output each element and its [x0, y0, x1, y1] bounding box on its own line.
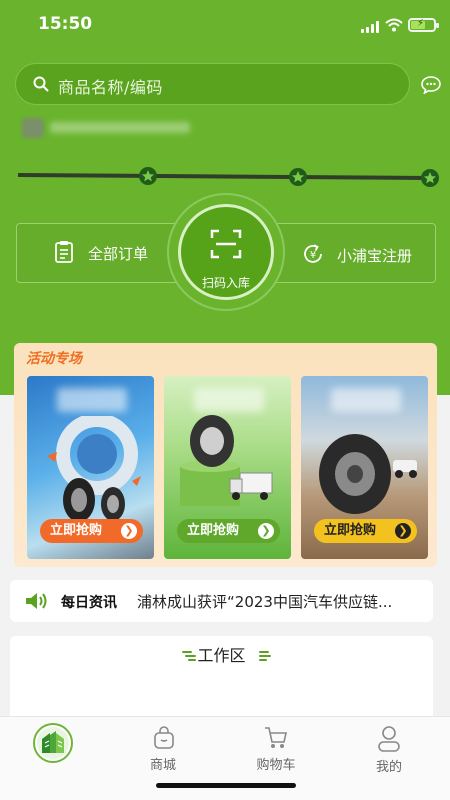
news-label: 每日资讯	[61, 595, 117, 611]
buy-now-label: 立即抢购	[187, 523, 240, 538]
document-icon	[55, 241, 73, 263]
search-input[interactable]: 商品名称/编码	[15, 63, 410, 105]
status-time: 15:50	[38, 14, 93, 34]
promo-card[interactable]: 立即抢购 ❯	[301, 376, 428, 559]
offroad-tire-image	[319, 434, 417, 514]
arrow-right-icon: ❯	[258, 523, 274, 539]
scan-label: 扫码入库	[201, 276, 250, 290]
tire-image	[47, 416, 141, 522]
tab-mall-label: 商城	[149, 758, 176, 773]
buy-now-button[interactable]: 立即抢购 ❯	[177, 519, 280, 543]
cart-icon	[265, 727, 287, 748]
promo-card[interactable]: 立即抢购 ❯	[164, 376, 291, 559]
register-button[interactable]: ¥ 小浦宝注册	[287, 224, 437, 284]
user-info-blurred	[22, 118, 192, 138]
scan-icon	[210, 229, 242, 259]
star-icon	[421, 169, 439, 187]
decor-lines-right	[259, 651, 273, 661]
signal-icon	[361, 21, 381, 33]
all-orders-button[interactable]: 全部订单	[17, 224, 177, 284]
star-icon	[139, 167, 157, 185]
all-orders-label: 全部订单	[88, 245, 149, 263]
buy-now-label: 立即抢购	[324, 523, 377, 538]
yuan-refresh-icon: ¥	[304, 244, 322, 263]
promotion-section: 活动专场 立即抢购 ❯ 立即抢购 ❯ 立即抢购 ❯	[14, 343, 437, 567]
buy-now-button[interactable]: 立即抢购 ❯	[314, 519, 417, 543]
wifi-icon	[385, 18, 403, 32]
arrow-right-icon: ❯	[121, 523, 137, 539]
buy-now-button[interactable]: 立即抢购 ❯	[40, 519, 143, 543]
star-icon	[289, 168, 307, 186]
home-indicator	[156, 783, 296, 788]
tab-mine[interactable]: 我的	[333, 717, 445, 777]
tab-cart[interactable]: 购物车	[220, 717, 332, 777]
workspace-section: 工作区	[10, 636, 433, 726]
tab-home-logo[interactable]	[33, 723, 73, 763]
tab-mine-label: 我的	[375, 760, 402, 775]
search-placeholder: 商品名称/编码	[58, 78, 163, 97]
message-icon[interactable]	[421, 76, 441, 94]
level-progress-track	[17, 167, 439, 187]
battery-icon: ⚡	[408, 18, 439, 32]
tire-truck-image	[180, 415, 273, 506]
scan-button-ring: 扫码入库	[167, 193, 285, 311]
register-label: 小浦宝注册	[337, 247, 413, 265]
tab-mall[interactable]: 商城	[107, 717, 219, 777]
tab-cart-label: 购物车	[256, 758, 296, 773]
promo-card[interactable]: 立即抢购 ❯	[27, 376, 154, 559]
search-icon	[33, 76, 49, 92]
svg-text:¥: ¥	[310, 250, 316, 261]
buy-now-label: 立即抢购	[50, 523, 103, 538]
arrow-right-icon: ❯	[395, 523, 411, 539]
workspace-title: 工作区	[197, 646, 246, 665]
scan-button[interactable]: 扫码入库	[178, 204, 274, 300]
shopping-bag-icon	[154, 726, 174, 749]
news-ticker[interactable]: 每日资讯 浦林成山获评“2023中国汽车供应链...	[10, 580, 433, 622]
status-bar: 15:50 ⚡	[0, 0, 450, 48]
brand-logo-icon	[37, 727, 69, 759]
promotion-title: 活动专场	[26, 351, 82, 367]
speaker-icon	[26, 593, 47, 609]
news-headline: 浦林成山获评“2023中国汽车供应链...	[137, 593, 393, 611]
user-icon	[378, 726, 400, 752]
